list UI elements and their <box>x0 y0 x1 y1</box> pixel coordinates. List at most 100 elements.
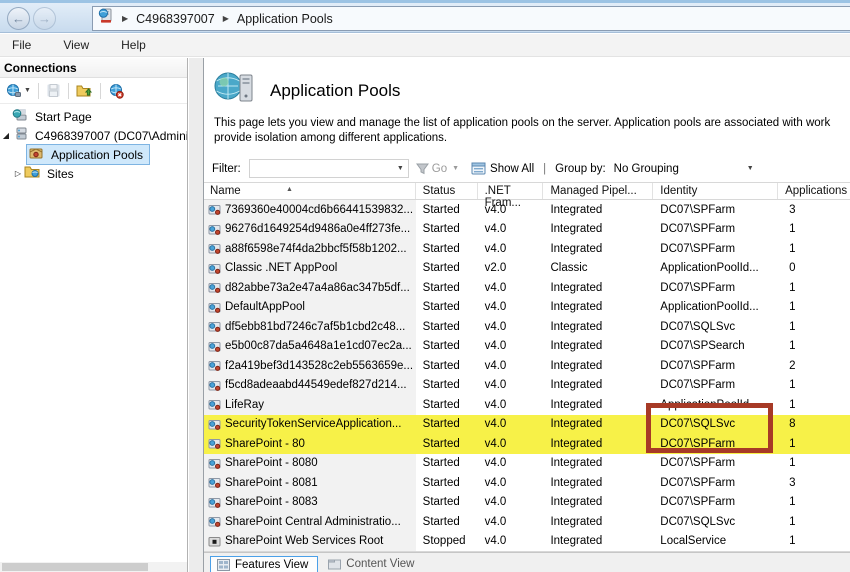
pool-net-version-cell: v4.0 <box>484 301 507 314</box>
table-row[interactable]: a88f6598e74f4da2bbcf5f58b1202... Started v… <box>204 239 850 259</box>
menu-view[interactable]: View <box>59 36 93 54</box>
table-row[interactable]: df5ebb81bd7246c7af5b1cbd2c48... Started v4… <box>204 317 850 337</box>
pool-pipeline-cell: Integrated <box>550 379 603 392</box>
table-row[interactable]: Classic .NET AppPool Started v2.0 Classic Ap… <box>204 258 850 278</box>
app-pool-icon <box>208 437 221 450</box>
pool-net-version-cell: v4.0 <box>484 535 507 548</box>
app-pool-icon <box>208 457 221 470</box>
go-dropdown-caret-icon: ▼ <box>452 165 460 172</box>
pool-name-cell: DefaultAppPool <box>204 297 416 317</box>
pool-applications-cell: 2 <box>789 359 796 372</box>
filter-label: Filter: <box>212 162 241 175</box>
tab-features-view[interactable]: Features View <box>210 556 319 572</box>
table-row[interactable]: e5b00c87da5a4648a1e1cd07ec2a... Started v4… <box>204 336 850 356</box>
back-button[interactable]: ← <box>7 7 30 30</box>
table-row[interactable]: d82abbe73a2e47a4a86ac347b5df... Started v4… <box>204 278 850 298</box>
pool-pipeline-cell: Integrated <box>550 496 603 509</box>
pool-net-version-cell: v4.0 <box>484 437 507 450</box>
group-by-dropdown[interactable]: No Grouping ▼ <box>614 163 754 175</box>
forward-button[interactable]: → <box>33 7 56 30</box>
table-row[interactable]: 7369360e40004cd6b66441539832... Started v4… <box>204 200 850 220</box>
pool-name-cell: SharePoint Web Services Root <box>204 531 416 551</box>
save-connections-button[interactable] <box>43 81 64 100</box>
tree-item-application-pools[interactable]: Application Pools <box>0 144 187 165</box>
breadcrumb-arrow-icon: ▶ <box>222 14 229 23</box>
show-all-button[interactable]: Show All <box>471 162 534 175</box>
pool-name-cell: SharePoint Central Administratio... <box>204 512 416 532</box>
address-bar[interactable]: ▶ C4968397007 ▶ Application Pools <box>92 6 850 31</box>
pool-net-version-cell: v4.0 <box>484 281 507 294</box>
pool-identity-cell: ApplicationPoolId... <box>660 301 759 314</box>
filter-input[interactable]: ▼ <box>248 159 409 178</box>
pool-identity-cell: DC07\SPFarm <box>660 223 736 236</box>
panel-splitter[interactable] <box>189 58 203 572</box>
pool-pipeline-cell: Integrated <box>550 203 603 216</box>
pool-applications-cell: 1 <box>789 457 796 470</box>
connect-dropdown-caret-icon: ▼ <box>24 87 31 94</box>
tree-item-label: Sites <box>47 166 74 181</box>
table-row[interactable]: DefaultAppPool Started v4.0 Integrated Appli… <box>204 297 850 317</box>
column-header-status[interactable]: Status <box>416 183 478 199</box>
table-row[interactable]: SharePoint Web Services Root Stopped v4.0 I… <box>204 531 850 551</box>
table-row[interactable]: SharePoint Central Administratio... Start… <box>204 512 850 532</box>
tree-expanded-icon[interactable]: ◢ <box>0 131 12 140</box>
pool-name-cell: SharePoint - 8080 <box>204 453 416 473</box>
table-row[interactable]: SharePoint - 8081 Started v4.0 Integrated DC… <box>204 473 850 493</box>
pool-pipeline-cell: Integrated <box>550 398 603 411</box>
table-row[interactable]: SharePoint - 8080 Started v4.0 Integrated DC… <box>204 453 850 473</box>
pool-applications-cell: 1 <box>789 301 796 314</box>
pool-pipeline-cell: Integrated <box>550 223 603 236</box>
column-header-applications[interactable]: Applications <box>778 183 850 199</box>
pool-applications-cell: 1 <box>789 340 796 353</box>
server-icon <box>12 126 28 145</box>
column-header-identity[interactable]: Identity <box>653 183 779 199</box>
pool-rows: 7369360e40004cd6b66441539832... Started v4… <box>204 200 850 552</box>
column-header-managed-pipeline[interactable]: Managed Pipel... <box>543 183 654 199</box>
pool-identity-cell: DC07\SQLSvc <box>660 515 736 528</box>
menu-file[interactable]: File <box>8 36 35 54</box>
title-bar: ← → ▶ C4968397007 ▶ Application Pools <box>0 0 850 33</box>
pool-applications-cell: 1 <box>789 398 796 411</box>
menu-bar: File View Help <box>0 34 850 57</box>
tab-content-view[interactable]: Content View <box>322 556 423 572</box>
pool-pipeline-cell: Integrated <box>550 242 603 255</box>
table-row[interactable]: 96276d1649254d9486a0e4ff273fe... Started v… <box>204 219 850 239</box>
main-panel: Application Pools This page lets you vie… <box>203 58 850 572</box>
tree-item-sites[interactable]: ▷ Sites <box>0 164 187 183</box>
up-level-button[interactable] <box>73 81 96 100</box>
pool-net-version-cell: v4.0 <box>484 457 507 470</box>
app-pool-icon <box>208 242 221 255</box>
pool-status-cell: Started <box>422 262 460 275</box>
pool-net-version-cell: v4.0 <box>484 476 507 489</box>
pool-pipeline-cell: Integrated <box>550 418 603 431</box>
pool-status-cell: Started <box>422 457 460 470</box>
pool-status-cell: Started <box>422 242 460 255</box>
pool-status-cell: Started <box>422 359 460 372</box>
pool-pipeline-cell: Integrated <box>550 535 603 548</box>
pool-name-cell: df5ebb81bd7246c7af5b1cbd2c48... <box>204 317 416 337</box>
column-header-name[interactable]: Name ▲ <box>204 183 416 199</box>
pool-name-cell: SharePoint - 8081 <box>204 473 416 493</box>
tree-item-server[interactable]: ◢ C4968397007 (DC07\Administ <box>0 126 187 145</box>
connect-server-button[interactable]: ▼ <box>3 81 34 101</box>
disconnect-button[interactable] <box>105 81 128 101</box>
pool-net-version-cell: v4.0 <box>484 418 507 431</box>
pool-pipeline-cell: Integrated <box>550 301 603 314</box>
table-row[interactable]: f5cd8adeaabd44549edef827d214... Started v4… <box>204 375 850 395</box>
pool-identity-cell: DC07\SPFarm <box>660 359 736 372</box>
column-header-net-framework[interactable]: .NET Fram... <box>478 183 544 209</box>
breadcrumb-server[interactable]: C4968397007 <box>136 12 215 26</box>
scrollbar-thumb[interactable] <box>2 563 148 571</box>
tree-item-start-page[interactable]: Start Page <box>0 107 187 126</box>
tree-item-label: Application Pools <box>51 147 144 162</box>
menu-help[interactable]: Help <box>117 36 150 54</box>
disconnect-icon <box>109 83 124 99</box>
connections-horizontal-scrollbar[interactable] <box>0 562 187 572</box>
tree-collapsed-icon[interactable]: ▷ <box>12 169 24 178</box>
go-button[interactable]: Go <box>432 163 447 175</box>
table-row[interactable]: SharePoint - 8083 Started v4.0 Integrated DC… <box>204 492 850 512</box>
pool-identity-cell: DC07\SPFarm <box>660 457 736 470</box>
table-row[interactable]: f2a419bef3d143528c2eb5563659e... Started v… <box>204 356 850 376</box>
pool-net-version-cell: v4.0 <box>484 398 507 411</box>
breadcrumb-page[interactable]: Application Pools <box>237 12 333 26</box>
